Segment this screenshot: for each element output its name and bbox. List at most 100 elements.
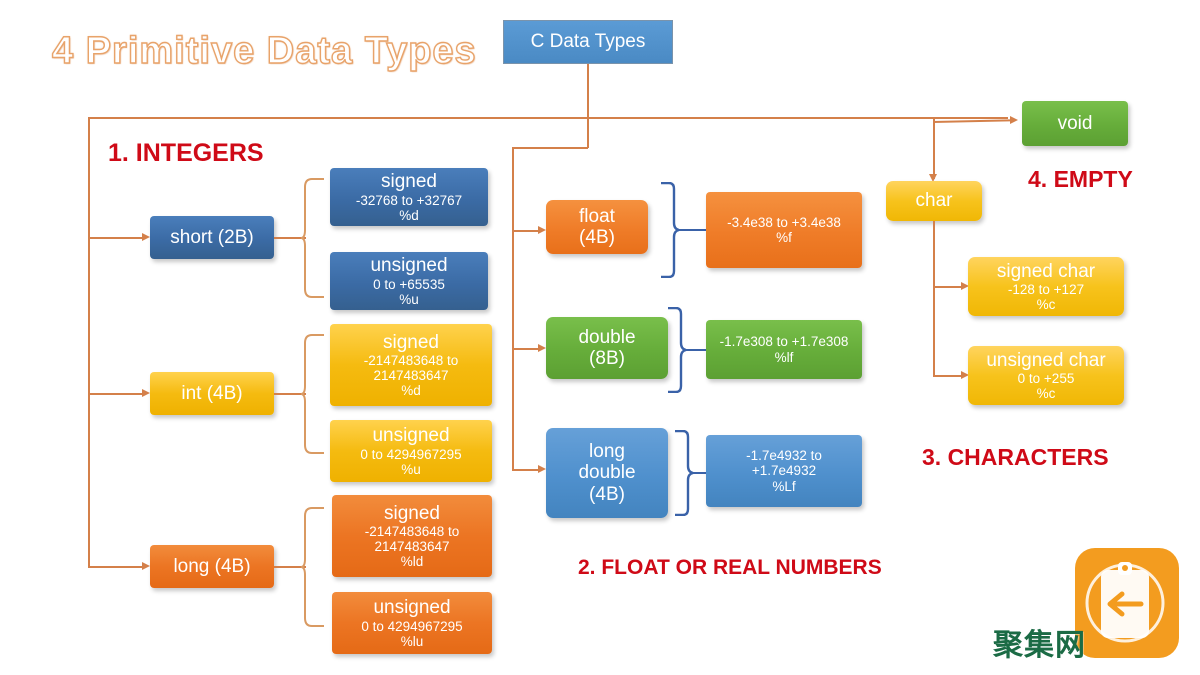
node-int[interactable]: int (4B)	[150, 372, 274, 415]
node-double[interactable]: double (8B)	[546, 317, 668, 379]
node-signed-char[interactable]: signed char -128 to +127 %c	[968, 257, 1124, 316]
node-int-unsigned-format: %u	[401, 461, 421, 477]
node-float-detail-range: -3.4e38 to +3.4e38	[727, 214, 841, 230]
node-long-label: long (4B)	[173, 555, 251, 577]
connector-branch-short	[88, 237, 144, 239]
arrowhead-int	[142, 389, 150, 397]
node-short-unsigned[interactable]: unsigned 0 to +65535 %u	[330, 252, 488, 310]
arrowhead-void	[1010, 116, 1018, 124]
connector-integer-trunk	[88, 117, 90, 567]
node-long-double-label-line3: (4B)	[589, 483, 625, 505]
node-float-label-line1: float	[579, 205, 615, 227]
watermark: 聚集网	[993, 548, 1185, 666]
node-void-label: void	[1057, 112, 1093, 134]
node-c-data-types-label: C Data Types	[530, 31, 646, 53]
node-unsigned-char[interactable]: unsigned char 0 to +255 %c	[968, 346, 1124, 405]
slide-canvas: 4 Primitive Data Types C Data Types 1. I…	[0, 0, 1200, 675]
node-long-double-detail-range-line2: +1.7e4932	[751, 463, 817, 479]
node-short-unsigned-range: 0 to +65535	[373, 276, 445, 292]
node-float[interactable]: float (4B)	[546, 200, 648, 254]
brace-float	[661, 182, 680, 278]
node-int-signed-format: %d	[401, 383, 421, 399]
node-long-unsigned-title: unsigned	[373, 597, 451, 619]
node-short-unsigned-format: %u	[399, 291, 419, 307]
node-void[interactable]: void	[1022, 101, 1128, 146]
node-short-label: short (2B)	[170, 226, 254, 248]
connector-bus-to-void	[932, 119, 1015, 123]
connector-char-trunk	[933, 221, 935, 375]
node-int-signed-title: signed	[383, 331, 439, 353]
node-double-label-line1: double	[578, 326, 636, 348]
node-long-unsigned[interactable]: unsigned 0 to 4294967295 %lu	[332, 592, 492, 654]
node-double-label-line2: (8B)	[589, 348, 625, 369]
section-label-floats: 2. FLOAT OR REAL NUMBERS	[578, 556, 882, 579]
brace-long	[300, 507, 324, 627]
node-char[interactable]: char	[886, 181, 982, 221]
connector-float-trunk	[512, 147, 514, 470]
brace-int	[300, 334, 324, 454]
connector-bus-to-char	[933, 117, 935, 179]
node-signed-char-format: %c	[1036, 297, 1056, 313]
watermark-text: 聚集网	[993, 628, 1086, 663]
brace-long-double	[675, 430, 694, 516]
node-long-signed-title: signed	[384, 502, 440, 524]
node-double-detail[interactable]: -1.7e308 to +1.7e308 %lf	[706, 320, 862, 379]
node-unsigned-char-title: unsigned char	[986, 349, 1106, 371]
node-long-double[interactable]: long double (4B)	[546, 428, 668, 518]
node-short-signed-range: -32768 to +32767	[355, 192, 463, 208]
node-long-signed-range-line1: -2147483648 to	[364, 523, 460, 539]
node-unsigned-char-range: 0 to +255	[1017, 371, 1075, 387]
node-double-detail-range: -1.7e308 to +1.7e308	[719, 334, 849, 350]
node-int-signed-range-line1: -2147483648 to	[363, 352, 459, 368]
section-label-characters: 3. CHARACTERS	[922, 444, 1109, 470]
node-int-label: int (4B)	[181, 382, 243, 404]
node-long-signed-range-line2: 2147483647	[374, 539, 450, 555]
connector-float-detail	[678, 229, 706, 231]
node-char-label: char	[915, 190, 953, 212]
slide-title: 4 Primitive Data Types	[51, 29, 477, 72]
node-c-data-types[interactable]: C Data Types	[503, 20, 673, 64]
node-int-unsigned-range: 0 to 4294967295	[360, 446, 462, 462]
arrowhead-long-double	[538, 465, 546, 473]
node-float-label-line2: (4B)	[579, 227, 615, 248]
arrowhead-double	[538, 344, 546, 352]
arrowhead-long	[142, 562, 150, 570]
node-double-detail-format: %lf	[774, 349, 794, 365]
node-float-detail-format: %f	[776, 230, 792, 245]
connector-double-detail	[685, 349, 707, 351]
node-int-signed[interactable]: signed -2147483648 to 2147483647 %d	[330, 324, 492, 406]
node-float-detail[interactable]: -3.4e38 to +3.4e38 %f	[706, 192, 862, 268]
node-long-double-label-line1: long	[589, 441, 625, 463]
arrowhead-float	[538, 226, 546, 234]
connector-root-to-float-trunk	[512, 147, 588, 149]
section-label-integers: 1. INTEGERS	[108, 139, 264, 167]
connector-branch-int	[88, 393, 144, 395]
node-unsigned-char-format: %c	[1036, 386, 1056, 402]
brace-double	[668, 307, 687, 393]
arrowhead-short	[142, 233, 150, 241]
node-int-unsigned-title: unsigned	[372, 425, 450, 447]
connector-main-bus	[88, 117, 1008, 119]
node-long-signed-format: %ld	[400, 554, 424, 570]
node-long-unsigned-range: 0 to 4294967295	[361, 618, 463, 634]
node-short[interactable]: short (2B)	[150, 216, 274, 259]
clipboard-back-arrow-icon	[1085, 562, 1165, 643]
node-signed-char-title: signed char	[996, 260, 1096, 282]
node-int-signed-range-line2: 2147483647	[373, 368, 449, 384]
node-long-double-detail[interactable]: -1.7e4932 to +1.7e4932 %Lf	[706, 435, 862, 507]
node-short-signed-title: signed	[381, 171, 437, 193]
connector-branch-long	[88, 566, 144, 568]
node-long-signed[interactable]: signed -2147483648 to 2147483647 %ld	[332, 495, 492, 577]
node-int-unsigned[interactable]: unsigned 0 to 4294967295 %u	[330, 420, 492, 482]
node-long-double-detail-format: %Lf	[772, 478, 796, 494]
node-long-double-detail-range-line1: -1.7e4932 to	[746, 448, 822, 464]
brace-short	[300, 178, 324, 298]
node-short-signed[interactable]: signed -32768 to +32767 %d	[330, 168, 488, 226]
node-long-unsigned-format: %lu	[400, 633, 424, 649]
node-long[interactable]: long (4B)	[150, 545, 274, 588]
node-long-double-label-line2: double	[578, 462, 636, 484]
node-short-unsigned-title: unsigned	[370, 255, 448, 277]
node-short-signed-format: %d	[399, 207, 419, 223]
connector-root-down	[587, 64, 589, 148]
section-label-empty: 4. EMPTY	[1028, 166, 1133, 192]
